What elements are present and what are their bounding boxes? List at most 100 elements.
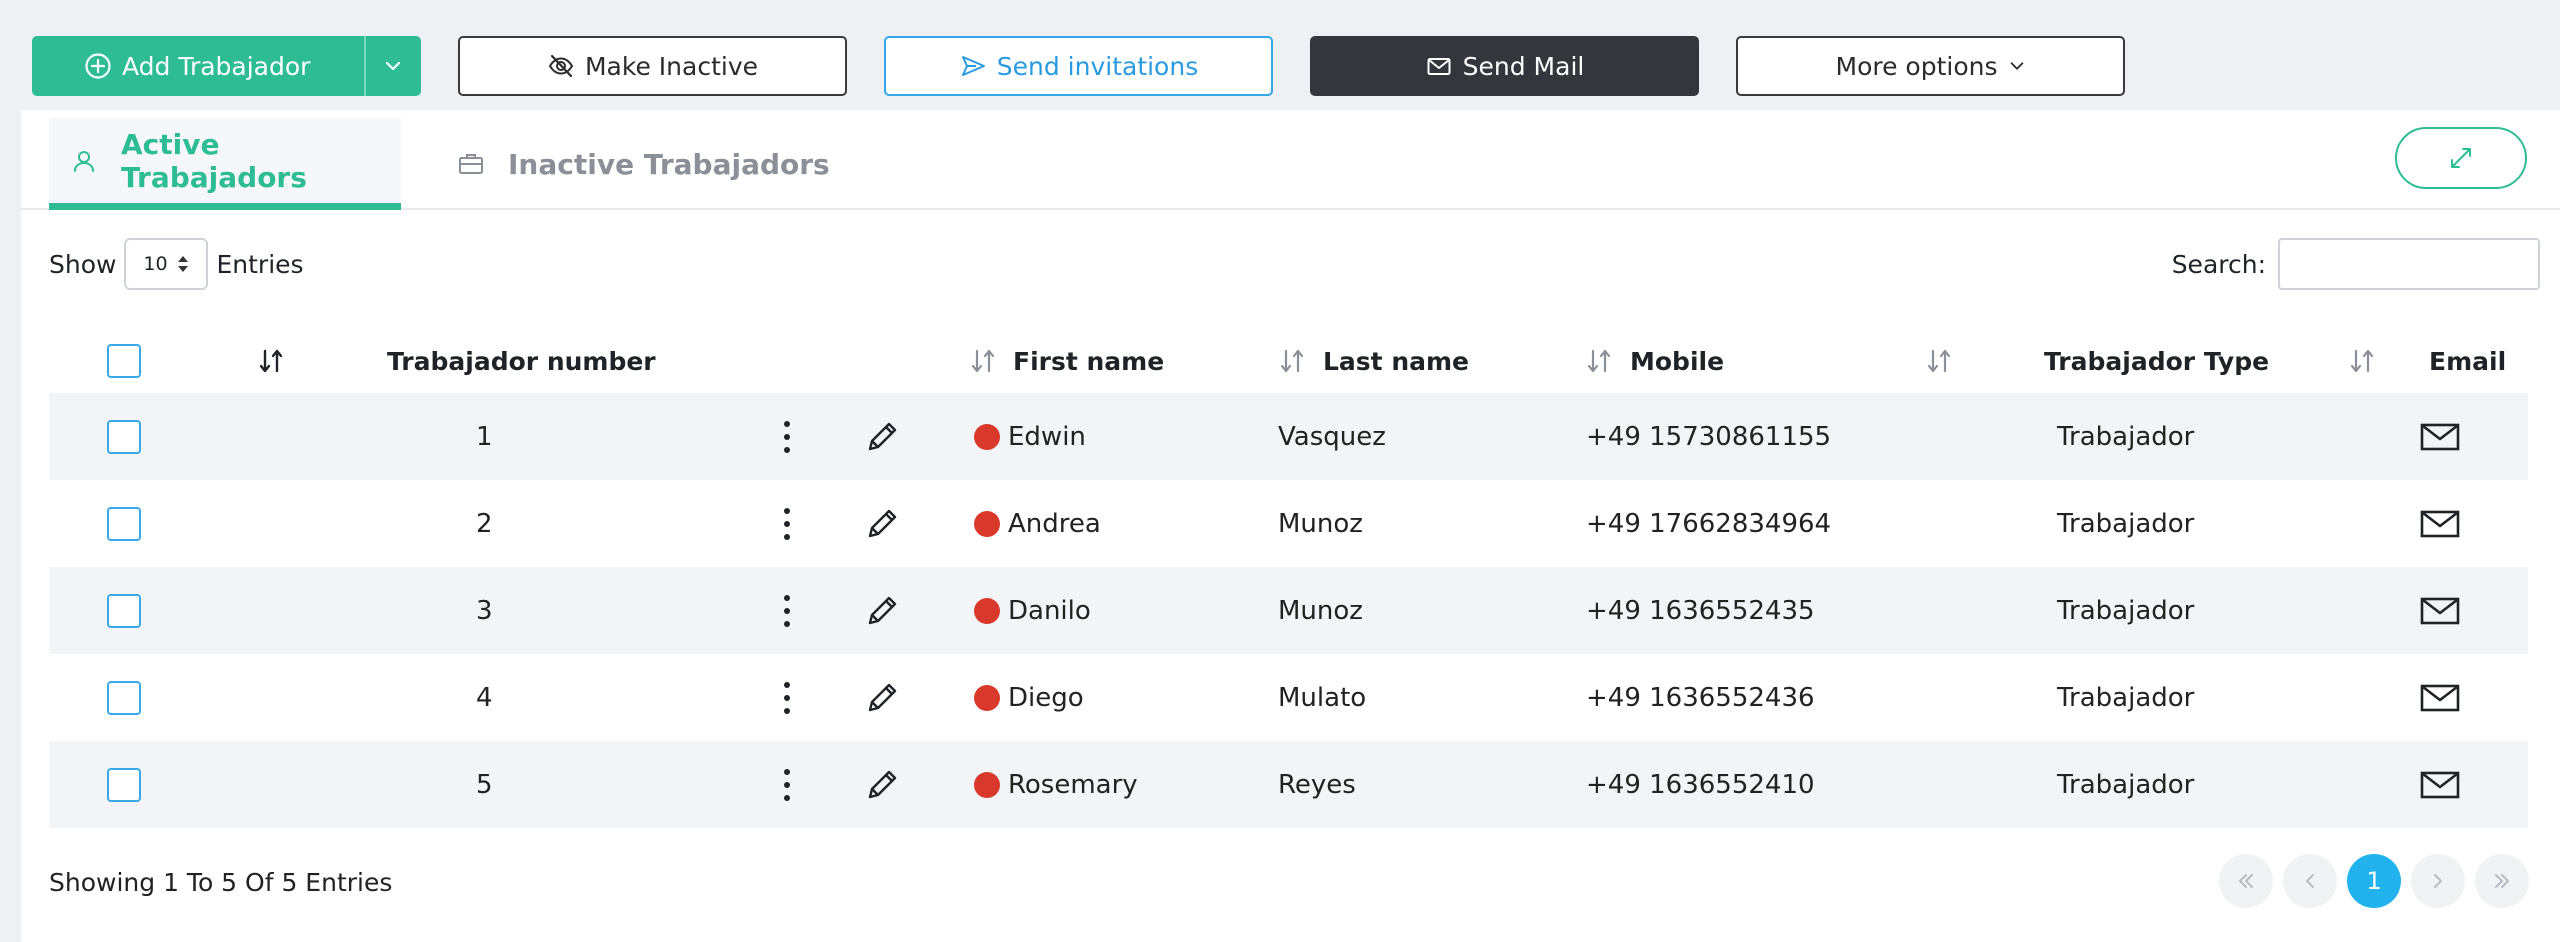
status-dot-icon bbox=[974, 423, 1000, 450]
briefcase-icon bbox=[456, 149, 486, 179]
add-trabajador-dropdown-toggle[interactable] bbox=[363, 36, 421, 96]
row-trabajador-type: Trabajador bbox=[2057, 421, 2195, 452]
row-menu-button[interactable] bbox=[781, 654, 793, 741]
more-options-label: More options bbox=[1835, 51, 1998, 81]
send-invitations-button[interactable]: Send invitations bbox=[884, 36, 1273, 96]
row-email-button[interactable] bbox=[2420, 654, 2460, 741]
status-dot-icon bbox=[974, 771, 1000, 798]
add-trabajador-main[interactable]: Add Trabajador bbox=[32, 36, 354, 96]
sort-icon bbox=[1586, 347, 1612, 375]
sort-icon bbox=[2349, 347, 2375, 375]
header-last-name: Last name bbox=[1323, 346, 1470, 376]
header-trabajador-number: Trabajador number bbox=[387, 346, 656, 376]
pencil-icon bbox=[862, 678, 902, 718]
row-menu-button[interactable] bbox=[781, 393, 793, 480]
expand-button[interactable] bbox=[2395, 127, 2527, 189]
select-all-checkbox[interactable] bbox=[107, 344, 141, 378]
previous-page-button[interactable] bbox=[2283, 854, 2337, 908]
send-invitations-label: Send invitations bbox=[996, 51, 1199, 81]
user-icon bbox=[69, 146, 99, 176]
search-input[interactable] bbox=[2278, 238, 2540, 290]
next-page-button[interactable] bbox=[2411, 854, 2465, 908]
page-1-button[interactable]: 1 bbox=[2347, 854, 2401, 908]
vertical-dots-icon bbox=[781, 593, 793, 629]
status-dot-icon bbox=[974, 684, 1000, 711]
envelope-icon bbox=[2420, 509, 2460, 539]
row-email-button[interactable] bbox=[2420, 741, 2460, 828]
row-menu-button[interactable] bbox=[781, 480, 793, 567]
entries-select[interactable]: 10 bbox=[124, 238, 209, 290]
row-mobile: +49 1636552410 bbox=[1586, 769, 1815, 800]
search-area: Search: bbox=[2172, 238, 2540, 290]
row-edit-button[interactable] bbox=[862, 654, 902, 741]
row-last-name: Reyes bbox=[1278, 769, 1356, 800]
row-last-name: Munoz bbox=[1278, 595, 1363, 626]
sort-icon bbox=[970, 347, 996, 375]
header-trabajador-type: Trabajador Type bbox=[2044, 346, 2270, 376]
row-number: 2 bbox=[476, 508, 493, 539]
add-trabajador-button[interactable]: Add Trabajador bbox=[32, 36, 421, 96]
row-email-button[interactable] bbox=[2420, 480, 2460, 567]
double-chevron-left-icon bbox=[2236, 871, 2256, 891]
tab-inactive-trabajadors[interactable]: Inactive Trabajadors bbox=[451, 118, 851, 210]
row-edit-button[interactable] bbox=[862, 480, 902, 567]
row-select-cell bbox=[107, 393, 141, 480]
show-label: Show bbox=[49, 249, 117, 279]
first-page-button[interactable] bbox=[2219, 854, 2273, 908]
last-page-button[interactable] bbox=[2475, 854, 2529, 908]
status-dot-icon bbox=[974, 597, 1000, 624]
sort-mobile-button[interactable] bbox=[1586, 320, 1612, 402]
row-last-name: Munoz bbox=[1278, 508, 1363, 539]
row-checkbox[interactable] bbox=[107, 767, 141, 802]
tab-active-label: Active Trabajadors bbox=[121, 127, 307, 194]
updown-icon bbox=[176, 254, 190, 274]
row-menu-button[interactable] bbox=[781, 741, 793, 828]
row-edit-button[interactable] bbox=[862, 393, 902, 480]
row-edit-button[interactable] bbox=[862, 741, 902, 828]
entries-value: 10 bbox=[143, 253, 168, 275]
send-icon bbox=[959, 52, 987, 80]
sort-type-button[interactable] bbox=[1926, 320, 1952, 402]
row-select-cell bbox=[107, 654, 141, 741]
sort-last-name-button[interactable] bbox=[1279, 320, 1305, 402]
row-mobile: +49 17662834964 bbox=[1586, 508, 1832, 539]
row-first-name-cell: Andrea bbox=[974, 480, 1101, 567]
envelope-icon bbox=[2420, 422, 2460, 452]
row-trabajador-type: Trabajador bbox=[2057, 769, 2195, 800]
more-options-button[interactable]: More options bbox=[1736, 36, 2125, 96]
row-first-name: Diego bbox=[1008, 682, 1084, 713]
tab-bar: Active Trabajadors Inactive Trabajadors bbox=[21, 110, 2560, 210]
row-number: 4 bbox=[476, 682, 493, 713]
row-trabajador-type: Trabajador bbox=[2057, 508, 2195, 539]
row-first-name-cell: Danilo bbox=[974, 567, 1091, 654]
row-email-button[interactable] bbox=[2420, 393, 2460, 480]
make-inactive-label: Make Inactive bbox=[584, 51, 758, 81]
row-email-button[interactable] bbox=[2420, 567, 2460, 654]
row-trabajador-type: Trabajador bbox=[2057, 595, 2195, 626]
make-inactive-button[interactable]: Make Inactive bbox=[458, 36, 847, 96]
row-first-name: Danilo bbox=[1008, 595, 1091, 626]
row-checkbox[interactable] bbox=[107, 506, 141, 541]
row-number: 3 bbox=[476, 595, 493, 626]
sort-number-button[interactable] bbox=[258, 320, 284, 402]
show-entries: Show 10 Entries bbox=[49, 238, 304, 290]
toolbar: Add Trabajador Make Inactive Send invita… bbox=[0, 0, 2560, 110]
entries-label: Entries bbox=[216, 249, 304, 279]
sort-first-name-button[interactable] bbox=[970, 320, 996, 402]
envelope-icon bbox=[1425, 52, 1453, 80]
send-mail-button[interactable]: Send Mail bbox=[1310, 36, 1699, 96]
status-dot-icon bbox=[974, 510, 1000, 537]
row-edit-button[interactable] bbox=[862, 567, 902, 654]
row-number: 1 bbox=[476, 421, 493, 452]
row-mobile: +49 1636552435 bbox=[1586, 595, 1815, 626]
tab-active-trabajadors[interactable]: Active Trabajadors bbox=[49, 118, 401, 210]
row-menu-button[interactable] bbox=[781, 567, 793, 654]
row-first-name-cell: Diego bbox=[974, 654, 1084, 741]
row-checkbox[interactable] bbox=[107, 680, 141, 715]
sort-email-button[interactable] bbox=[2349, 320, 2375, 402]
row-checkbox[interactable] bbox=[107, 419, 141, 454]
table-row: 3 Danilo Munoz +49 1636552435 Trabajador bbox=[49, 567, 2528, 654]
vertical-dots-icon bbox=[781, 767, 793, 803]
row-checkbox[interactable] bbox=[107, 593, 141, 628]
search-label: Search: bbox=[2171, 249, 2266, 279]
